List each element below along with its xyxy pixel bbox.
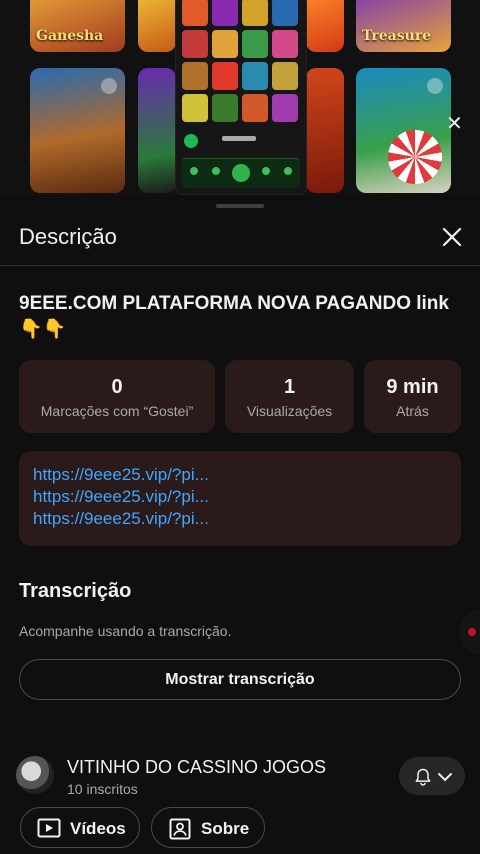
views-stat: 1 Visualizações (225, 360, 354, 433)
show-transcript-button[interactable]: Mostrar transcrição (19, 659, 461, 700)
prize-wheel-icon (388, 130, 442, 184)
views-count: 1 (283, 376, 296, 398)
description-links: https://9eee25.vip/?pi... https://9eee25… (19, 451, 461, 546)
video-player[interactable]: Ganesha Treasure ✕ (0, 0, 480, 195)
phone-fab-icon (232, 164, 250, 182)
game-thumbnail (182, 94, 208, 122)
close-icon[interactable]: ✕ (446, 114, 463, 134)
upload-time-stat: 9 min Atrás (364, 360, 461, 433)
description-sheet: Descrição 9EEE.COM PLATAFORMA NOVA PAGAN… (0, 195, 480, 854)
nav-dot-icon (190, 167, 198, 175)
game-thumbnail (182, 62, 208, 90)
game-thumbnail (212, 0, 238, 26)
record-indicator-icon (468, 628, 476, 636)
views-label: Visualizações (246, 403, 333, 419)
video-title: 9EEE.COM PLATAFORMA NOVA PAGANDO link 👇👇 (19, 293, 449, 340)
game-thumbnail (138, 0, 176, 52)
video-icon (37, 818, 61, 838)
game-thumbnail (272, 62, 298, 90)
bell-icon (415, 768, 431, 786)
subscriber-count: 10 inscritos (67, 781, 138, 797)
about-button-label: Sobre (201, 819, 250, 838)
drag-handle[interactable] (216, 204, 264, 208)
badge-icon (101, 78, 117, 94)
game-thumbnail (242, 62, 268, 90)
nav-dot-icon (262, 167, 270, 175)
description-link[interactable]: https://9eee25.vip/?pi... (33, 464, 447, 486)
game-thumbnail-label: Treasure (362, 28, 432, 44)
game-thumbnail (138, 68, 176, 193)
game-thumbnail (30, 68, 125, 193)
likes-stat: 0 Marcações com “Gostei” (19, 360, 215, 433)
phone-caption (222, 136, 256, 141)
music-icon (184, 134, 198, 148)
divider (0, 265, 480, 266)
close-icon[interactable] (440, 225, 464, 249)
videos-button-label: Vídeos (70, 819, 126, 838)
game-thumbnail (272, 0, 298, 26)
game-thumbnail (212, 94, 238, 122)
game-thumbnail (182, 30, 208, 58)
game-thumbnail (242, 0, 268, 26)
phone-screen-recording (176, 0, 306, 194)
game-thumbnail (306, 68, 344, 193)
notifications-button[interactable] (399, 757, 465, 795)
nav-dot-icon (284, 167, 292, 175)
sheet-title: Descrição (19, 224, 117, 249)
description-link[interactable]: https://9eee25.vip/?pi... (33, 508, 447, 530)
channel-name[interactable]: VITINHO DO CASSINO JOGOS (67, 757, 326, 778)
about-button[interactable]: Sobre (151, 807, 265, 848)
channel-avatar[interactable] (16, 756, 54, 794)
game-thumbnail (242, 94, 268, 122)
transcript-subtitle: Acompanhe usando a transcrição. (19, 623, 232, 639)
nav-dot-icon (212, 167, 220, 175)
game-thumbnail: Treasure (356, 0, 451, 52)
profile-icon (169, 818, 191, 840)
game-thumbnail (212, 62, 238, 90)
game-grid (182, 0, 300, 122)
likes-label: Marcações com “Gostei” (40, 403, 194, 419)
game-thumbnail (182, 0, 208, 26)
game-thumbnail (242, 30, 268, 58)
transcript-title: Transcrição (19, 580, 132, 602)
videos-button[interactable]: Vídeos (20, 807, 140, 848)
chevron-down-icon (438, 773, 452, 782)
game-thumbnail (272, 30, 298, 58)
badge-icon (427, 78, 443, 94)
game-thumbnail (272, 94, 298, 122)
game-thumbnail-label: Ganesha (36, 28, 104, 44)
upload-time-label: Atrás (396, 403, 429, 419)
game-thumbnail: Ganesha (30, 0, 125, 52)
game-thumbnail (212, 30, 238, 58)
likes-count: 0 (111, 376, 123, 398)
upload-time-value: 9 min (386, 376, 439, 398)
game-thumbnail (306, 0, 344, 52)
description-link[interactable]: https://9eee25.vip/?pi... (33, 486, 447, 508)
